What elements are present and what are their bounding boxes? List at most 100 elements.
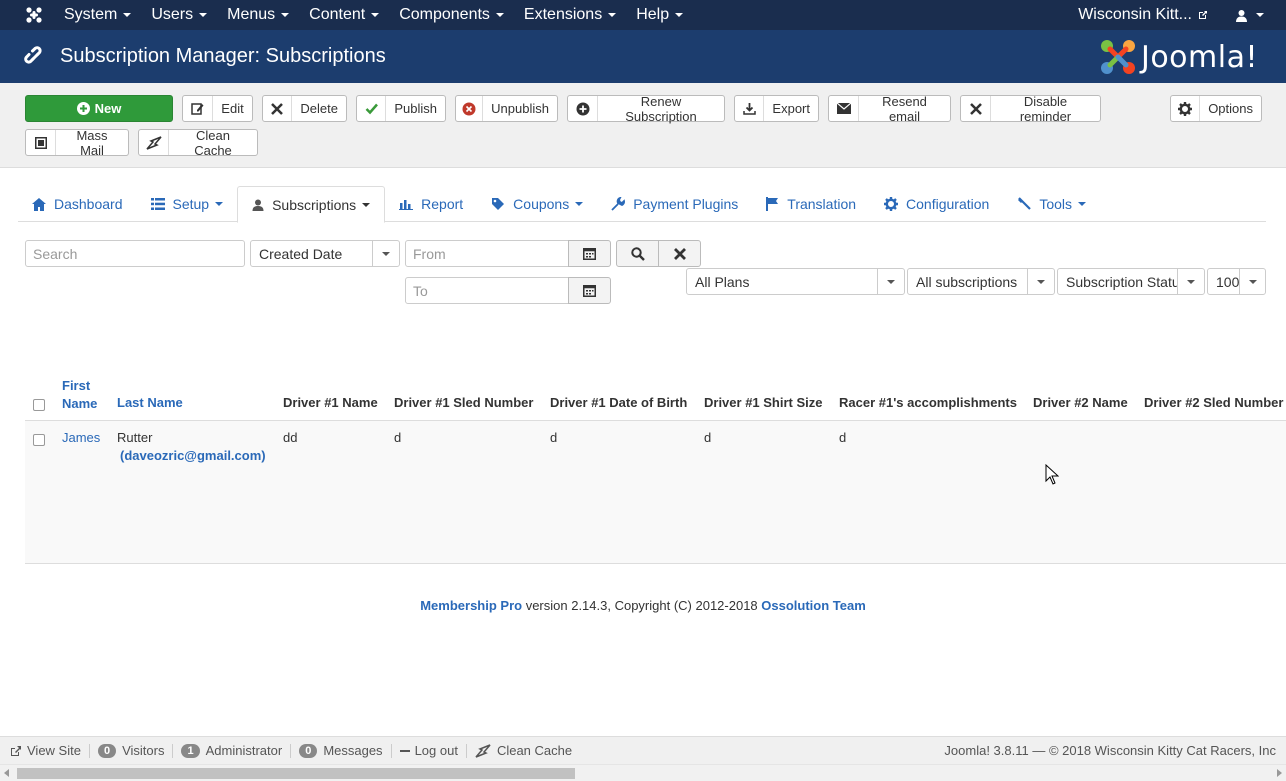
th-last-name[interactable]: Last Name <box>117 395 183 410</box>
edit-button[interactable]: Edit <box>182 95 253 122</box>
close-icon <box>673 247 686 260</box>
search-button[interactable] <box>616 240 659 267</box>
page-title: Subscription Manager: Subscriptions <box>60 45 386 67</box>
bar-chart-icon <box>399 200 414 210</box>
close-icon <box>969 102 982 115</box>
caret-down-icon <box>281 13 290 17</box>
resend-email-button[interactable]: Resend email <box>828 94 951 124</box>
footer-product-link[interactable]: Membership Pro <box>420 598 522 613</box>
footer-team-link[interactable]: Ossolution Team <box>761 598 866 613</box>
flash-icon <box>475 743 491 758</box>
horizontal-scrollbar[interactable] <box>0 764 1286 781</box>
publish-button[interactable]: Publish <box>356 95 446 122</box>
edit-icon <box>191 103 204 115</box>
tab-coupons[interactable]: Coupons <box>477 186 597 222</box>
admin-count-badge: 1 <box>181 743 200 758</box>
caret-down-icon <box>575 202 584 206</box>
subscriptions-select[interactable]: All subscriptions <box>907 268 1055 295</box>
renew-subscription-button[interactable]: Renew Subscription <box>567 94 725 124</box>
caret-down-icon <box>362 202 371 207</box>
to-calendar-button[interactable] <box>568 277 611 304</box>
user-menu[interactable] <box>1235 9 1264 22</box>
th-first-name[interactable]: First Name <box>62 377 97 413</box>
disable-reminder-button[interactable]: Disable reminder <box>960 93 1101 124</box>
scroll-left-arrow-icon[interactable] <box>4 769 9 777</box>
tab-dashboard[interactable]: Dashboard <box>18 186 137 222</box>
user-icon <box>252 199 264 211</box>
administrator-link[interactable]: 1 Administrator <box>173 743 292 758</box>
scroll-right-arrow-icon[interactable] <box>1277 769 1282 777</box>
row-racer1-accomplishments: d <box>839 430 847 445</box>
disable-reminder-label: Disable reminder <box>1019 93 1072 124</box>
plans-value: All Plans <box>695 273 750 290</box>
mail-icon <box>836 103 851 114</box>
menu-menus[interactable]: Menus <box>227 6 290 24</box>
tab-subscriptions[interactable]: Subscriptions <box>237 186 386 223</box>
from-placeholder: From <box>413 245 446 262</box>
external-link-icon <box>1199 11 1207 19</box>
caret-down-icon <box>1248 279 1257 284</box>
select-all-checkbox[interactable] <box>33 399 45 411</box>
row-first-name[interactable]: James <box>62 430 100 445</box>
edit-button-label: Edit <box>221 101 244 116</box>
tab-setup[interactable]: Setup <box>137 186 238 222</box>
status-value: Subscription Status <box>1066 273 1177 290</box>
limit-select[interactable]: 100 <box>1207 268 1266 295</box>
joomla-brand: Joomla! <box>1099 38 1258 76</box>
menu-menus-label: Menus <box>227 6 276 23</box>
tab-report[interactable]: Report <box>385 186 477 222</box>
logout-label: Log out <box>414 743 458 758</box>
tab-configuration[interactable]: Configuration <box>870 186 1003 222</box>
unpublish-button-label: Unpublish <box>491 101 549 116</box>
menu-content[interactable]: Content <box>309 6 380 24</box>
clean-cache-link[interactable]: Clean Cache <box>467 743 580 758</box>
gear-icon <box>1178 101 1193 116</box>
menu-extensions[interactable]: Extensions <box>524 6 617 24</box>
new-button[interactable]: New <box>25 95 173 122</box>
row-email[interactable]: (daveozric@gmail.com) <box>120 448 266 463</box>
calendar-icon <box>583 285 596 297</box>
joomla-logo-icon[interactable] <box>16 6 52 24</box>
menu-help[interactable]: Help <box>636 6 684 24</box>
menu-users[interactable]: Users <box>151 6 208 24</box>
external-link-icon <box>11 745 21 756</box>
site-name-link[interactable]: Wisconsin Kitt... <box>1078 6 1209 24</box>
messages-link[interactable]: 0 Messages <box>291 743 392 758</box>
export-button[interactable]: Export <box>734 95 819 122</box>
unpublish-button[interactable]: Unpublish <box>455 95 558 122</box>
mass-mail-button[interactable]: Mass Mail <box>25 128 129 158</box>
to-date-input[interactable]: To <box>405 277 569 304</box>
tab-payment-plugins[interactable]: Payment Plugins <box>597 186 752 222</box>
tab-report-label: Report <box>421 196 464 212</box>
messages-label: Messages <box>323 743 383 758</box>
plans-select[interactable]: All Plans <box>686 268 905 295</box>
view-site-link[interactable]: View Site <box>0 743 90 758</box>
check-icon <box>365 103 378 115</box>
user-icon <box>1236 9 1247 22</box>
flash-icon <box>145 135 162 150</box>
status-select[interactable]: Subscription Status <box>1057 268 1205 295</box>
table-row <box>25 421 1286 563</box>
clean-cache-button[interactable]: Clean Cache <box>138 128 258 158</box>
tab-tools[interactable]: Tools <box>1003 186 1100 222</box>
scrollbar-thumb[interactable] <box>17 768 575 779</box>
date-type-select[interactable]: Created Date <box>250 240 400 267</box>
th-first-name-line2: Name <box>62 396 98 411</box>
tab-translation[interactable]: Translation <box>752 186 870 222</box>
logout-link[interactable]: Log out <box>392 743 467 758</box>
search-input[interactable]: Search <box>25 240 245 267</box>
link-icon <box>24 45 46 68</box>
clear-button[interactable] <box>658 240 701 267</box>
menu-system[interactable]: System <box>64 6 132 24</box>
from-date-input[interactable]: From <box>405 240 569 267</box>
menu-components[interactable]: Components <box>399 6 504 24</box>
row-checkbox[interactable] <box>33 434 45 446</box>
options-button[interactable]: Options <box>1170 95 1262 122</box>
delete-button[interactable]: Delete <box>262 95 347 122</box>
visitors-link[interactable]: 0 Visitors <box>90 743 174 758</box>
from-calendar-button[interactable] <box>568 240 611 267</box>
tab-tools-label: Tools <box>1039 196 1072 212</box>
menu-content-label: Content <box>309 6 366 23</box>
status-bar: View Site 0 Visitors 1 Administrator 0 M… <box>0 736 1286 764</box>
menu-system-label: System <box>64 6 118 23</box>
